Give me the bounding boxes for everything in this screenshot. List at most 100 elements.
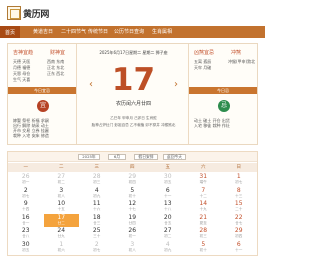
ji-item-7: 栽种 <box>212 123 221 128</box>
calendar-day-number: 26 <box>128 227 137 234</box>
calendar-lunar-label: 初八 <box>57 193 65 198</box>
holiday-select[interactable]: 假日安排 <box>134 154 158 160</box>
nav-home[interactable]: 首页 <box>0 26 21 38</box>
calendar-day-number: 29 <box>128 173 137 180</box>
calendar-lunar-label: 初七 <box>235 180 243 184</box>
calendar-lunar-label: 初二 <box>57 180 65 184</box>
calendar-lunar-label: 十五 <box>57 207 65 211</box>
calendar-day-number: 23 <box>21 227 30 234</box>
calendar-day-cell[interactable]: 1 初六 <box>43 240 79 254</box>
calendar-day-number: 3 <box>59 186 64 194</box>
yi-activities-grid: 嫁娶 祭祀 祈福 求嗣 出行 解除 纳采 动土 开市 交易 立券 挂匾 栽种 入… <box>13 118 73 138</box>
calendar-day-cell[interactable]: 2 初七 <box>79 240 115 254</box>
calendar-day-cell[interactable]: 13 十八 <box>150 200 186 213</box>
calendar-day-cell[interactable]: 22 廿七 <box>221 213 257 227</box>
calendar-day-number: 27 <box>57 173 66 180</box>
nav-solar-terms[interactable]: 二十四节气 <box>61 28 86 35</box>
calendar-day-cell[interactable]: 26 初一 <box>8 173 44 186</box>
calendar-day-cell[interactable]: 23 廿八 <box>8 227 44 240</box>
left-auspicious-words: 天德 天医 月德 福德 天恩 母仓 生气 天喜 <box>13 59 43 83</box>
calendar-day-number: 28 <box>199 227 208 234</box>
calendar-lunar-label: 廿二 <box>57 220 65 225</box>
calendar-day-number: 25 <box>92 227 101 234</box>
calendar-day-number: 21 <box>199 213 208 221</box>
calendar-day-number: 14 <box>199 200 208 207</box>
nav-holiday-search[interactable]: 公历节日查询 <box>114 28 144 35</box>
calendar-day-cell[interactable]: 26 初一 <box>114 227 150 240</box>
ji-item-5: 入宅 <box>194 123 202 128</box>
calendar-lunar-label: 初三 <box>93 180 101 184</box>
calendar-day-cell[interactable]: 20 廿五 <box>150 213 186 227</box>
center-date-panel: 2025年6月17日星期二 星期二 狮子座 ‹ 17 › 农历闰六月廿四 乙巳年… <box>78 44 189 144</box>
calendar-day-cell[interactable]: 1 初七 <box>221 173 257 186</box>
calendar-lunar-label: 初四 <box>235 234 243 238</box>
calendar-day-cell[interactable]: 7 十二 <box>185 186 221 200</box>
ji-activities-grid: 动土 破土 开仓 出货 入宅 移徙 栽种 作灶 <box>194 118 254 128</box>
calendar-day-cell[interactable]: 29 初四 <box>221 227 257 240</box>
direction-word-1: 西南 <box>47 59 55 64</box>
nav-auspicious-days[interactable]: 黄道吉日 <box>33 28 53 35</box>
calendar-day-cell[interactable]: 3 初八 <box>43 186 79 200</box>
calendar-day-cell[interactable]: 27 初二 <box>150 227 186 240</box>
yi-item-16: 修造 <box>40 133 49 138</box>
calendar-lunar-label: 十八 <box>164 207 172 211</box>
calendar-day-cell[interactable]: 4 初九 <box>79 186 115 200</box>
right-inauspicious-words: 五离 孤辰 天牢 月破 <box>194 59 224 71</box>
calendar-lunar-label: 初一 <box>128 234 136 238</box>
calendar-day-cell[interactable]: 27 初二 <box>43 173 79 186</box>
calendar-day-cell[interactable]: 5 初十 <box>114 186 150 200</box>
calendar-logo-icon[interactable] <box>7 6 21 20</box>
calendar-day-cell[interactable]: 3 初八 <box>114 240 150 254</box>
calendar-day-cell[interactable]: 15 二十 <box>221 200 257 213</box>
calendar-day-number: 13 <box>163 200 172 207</box>
calendar-day-cell[interactable]: 12 十七 <box>114 200 150 213</box>
calendar-day-number: 5 <box>130 186 135 194</box>
calendar-lunar-label: 十二 <box>199 193 207 198</box>
return-today-button[interactable]: 返回今天 <box>163 154 186 160</box>
next-day-arrow-icon[interactable]: › <box>174 79 178 90</box>
ji-item-6: 移徙 <box>203 123 212 128</box>
calendar-day-cell[interactable]: 24 廿九 <box>43 227 79 240</box>
calendar-day-number: 2 <box>23 186 28 194</box>
calendar-day-cell[interactable]: 4 初九 <box>150 240 186 254</box>
calendar-day-cell[interactable]: 29 初四 <box>114 173 150 186</box>
calendar-day-cell[interactable]: 11 十六 <box>79 200 115 213</box>
calendar-day-cell[interactable]: 30 初五 <box>150 173 186 186</box>
calendar-day-number: 31 <box>199 173 208 180</box>
main-nav: 首页 黄道吉日 二十四节气 传统节日 公历节日查询 生肖属相 <box>0 26 265 38</box>
calendar-day-cell[interactable]: 31 端午 <box>185 173 221 186</box>
calendar-day-cell[interactable]: 25 三十 <box>79 227 115 240</box>
left-word-5: 天恩 <box>13 71 21 76</box>
calendar-day-cell[interactable]: 6 十一 <box>150 186 186 200</box>
nav-zodiac[interactable]: 生肖属相 <box>152 28 172 35</box>
left-word-2: 天医 <box>22 59 31 64</box>
calendar-day-cell[interactable]: 18 廿三 <box>79 213 115 227</box>
calendar-day-number: 22 <box>234 213 243 221</box>
weekday-header: 一 二 三 四 五 六 日 <box>8 163 257 172</box>
calendar-day-cell[interactable]: 9 十四 <box>8 200 44 213</box>
calendar-day-cell[interactable]: 17 廿二 <box>43 213 79 227</box>
calendar-day-cell[interactable]: 30 初五 <box>8 240 44 254</box>
calendar-day-cell[interactable]: 14 十九 <box>185 200 221 213</box>
calendar-day-cell[interactable]: 21 夏至 <box>185 213 221 227</box>
left-title-auspicious-gods: 吉神宜趋 <box>13 50 34 56</box>
calendar-day-cell[interactable]: 10 十五 <box>43 200 79 213</box>
calendar-day-number: 6 <box>165 186 170 194</box>
calendar-lunar-label: 廿五 <box>164 220 172 225</box>
yi-circle-icon: 宜 <box>37 100 49 112</box>
calendar-day-cell[interactable]: 19 廿四 <box>114 213 150 227</box>
calendar-day-cell[interactable]: 6 十一 <box>221 240 257 254</box>
calendar-day-cell[interactable]: 8 十三 <box>221 186 257 200</box>
calendar-day-cell[interactable]: 2 初七 <box>8 186 44 200</box>
month-select[interactable]: 6月 <box>108 154 126 160</box>
calendar-day-cell[interactable]: 5 初十 <box>185 240 221 254</box>
year-select[interactable]: 2025年 <box>78 154 100 160</box>
calendar-day-cell[interactable]: 28 初三 <box>185 227 221 240</box>
direction-word-4: 东北 <box>56 65 65 70</box>
site-logo-text[interactable]: 黄历网 <box>23 7 49 20</box>
calendar-day-cell[interactable]: 16 廿一 <box>8 213 44 227</box>
calendar-day-cell[interactable]: 28 初三 <box>79 173 115 186</box>
left-word-4: 福德 <box>22 65 31 70</box>
nav-traditional-festivals[interactable]: 传统节日 <box>88 28 108 35</box>
calendar-toolbar: 2025年 6月 假日安排 返回今天 <box>8 152 257 162</box>
